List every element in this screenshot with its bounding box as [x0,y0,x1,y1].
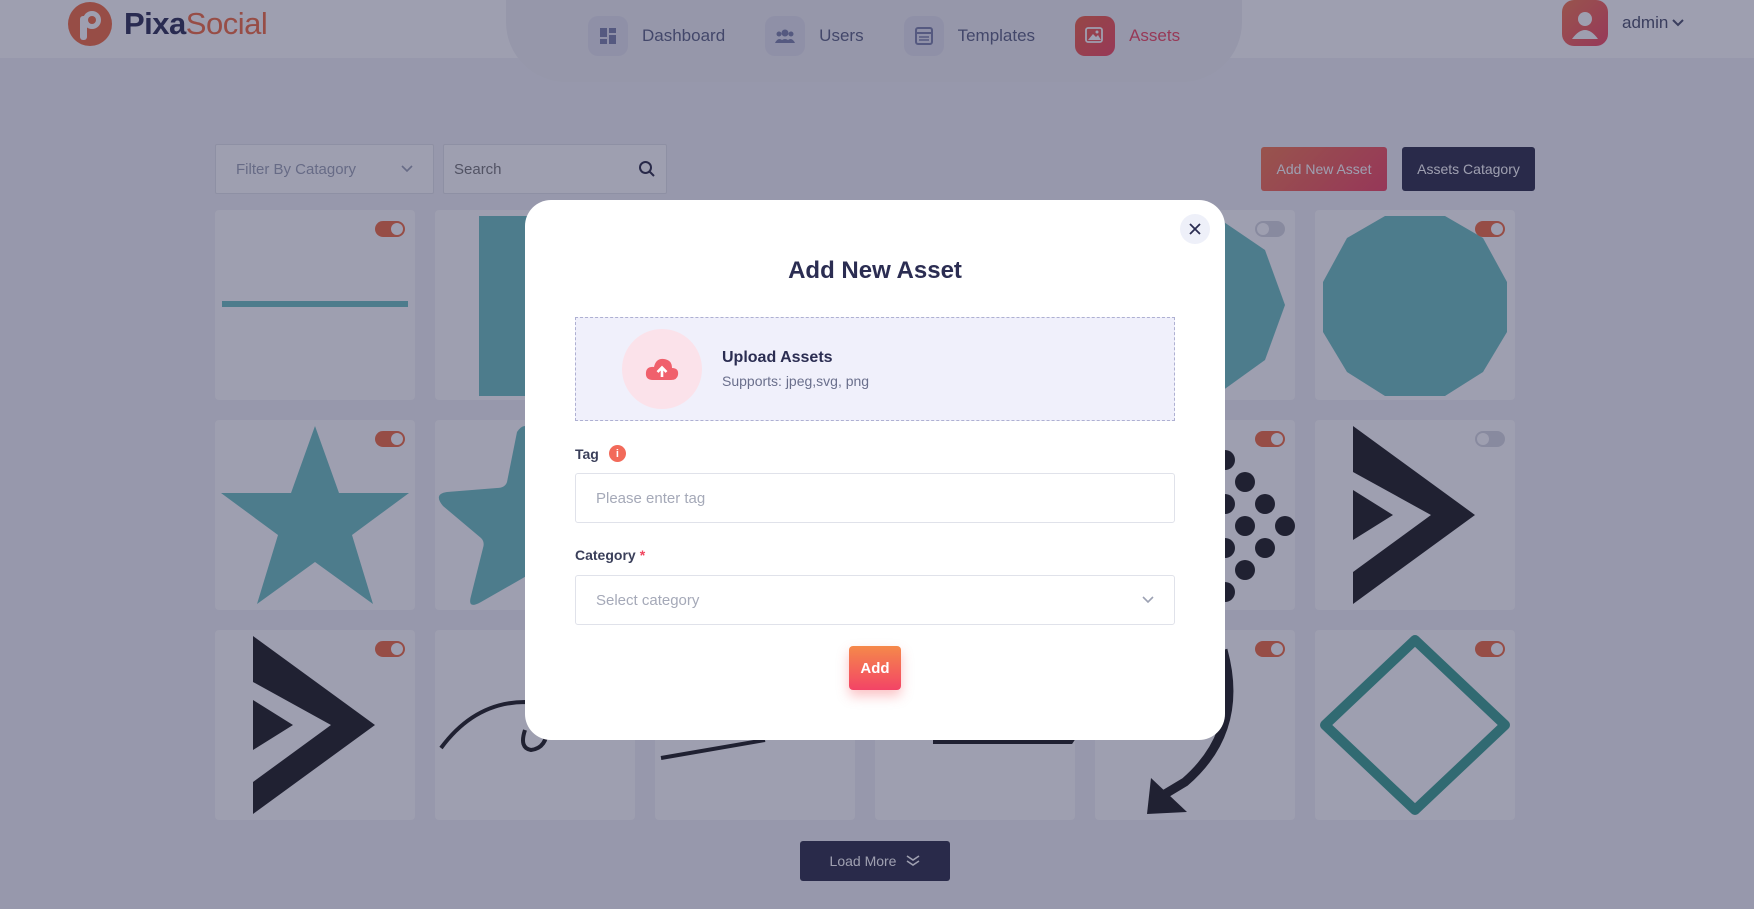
upload-dropzone[interactable]: Upload Assets Supports: jpeg,svg, png [575,317,1175,421]
close-button[interactable] [1180,214,1210,244]
tag-label: Tag i [575,445,626,462]
category-label: Category * [575,547,646,563]
upload-title: Upload Assets [722,349,833,366]
tag-input[interactable] [575,473,1175,523]
info-icon[interactable]: i [608,445,626,462]
upload-formats: Supports: jpeg,svg, png [722,373,870,389]
close-icon [1189,223,1201,235]
chevron-down-icon [1142,596,1154,604]
add-asset-modal: Add New Asset Upload Assets Supports: jp… [525,200,1225,740]
modal-title: Add New Asset [788,257,962,284]
required-mark: * [639,547,646,563]
add-button[interactable]: Add [849,646,901,690]
upload-cloud-icon [622,329,702,409]
category-select[interactable]: Select category [575,575,1175,625]
